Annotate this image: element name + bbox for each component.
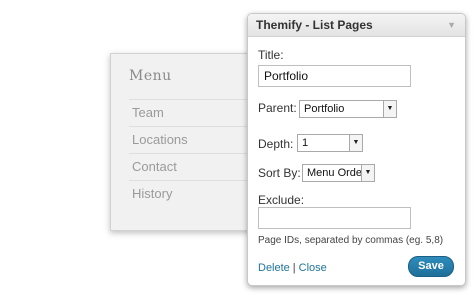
sort-by-select[interactable]: Menu Order ▼: [302, 164, 375, 182]
sort-by-label: Sort By:: [258, 166, 301, 180]
chevron-down-icon: ▼: [349, 135, 362, 151]
depth-label: Depth:: [258, 137, 294, 151]
menu-item-locations[interactable]: Locations: [129, 126, 254, 153]
title-label: Title:: [258, 48, 284, 62]
close-link[interactable]: Close: [299, 262, 327, 274]
sort-by-select-value: Menu Order: [307, 167, 366, 179]
exclude-label: Exclude:: [258, 193, 305, 207]
menu-list: Team Locations Contact History: [129, 99, 254, 207]
exclude-input[interactable]: [258, 207, 411, 229]
parent-select-value: Portfolio: [304, 103, 345, 115]
depth-select[interactable]: 1 ▼: [297, 134, 363, 152]
dialog-title: Themify - List Pages: [256, 18, 373, 32]
menu-item-history[interactable]: History: [129, 180, 254, 207]
menu-widget-title: Menu: [129, 68, 172, 84]
exclude-hint: Page IDs, separated by commas (eg. 5,8): [258, 235, 444, 246]
depth-select-value: 1: [302, 137, 309, 149]
parent-select[interactable]: Portfolio ▼: [299, 100, 397, 118]
chevron-down-icon: ▼: [361, 165, 374, 181]
dialog-links: Delete | Close: [258, 262, 327, 274]
dialog-header[interactable]: Themify - List Pages ▼: [248, 14, 465, 37]
save-button[interactable]: Save: [408, 256, 454, 277]
menu-widget: Menu Team Locations Contact History: [110, 53, 260, 231]
triangle-down-icon[interactable]: ▼: [447, 14, 456, 36]
menu-item-contact[interactable]: Contact: [129, 153, 254, 180]
list-pages-dialog: Themify - List Pages ▼ Title: Portfolio …: [247, 13, 466, 286]
chevron-down-icon: ▼: [383, 101, 396, 117]
parent-label: Parent:: [258, 101, 297, 115]
link-separator: |: [292, 262, 296, 274]
menu-item-team[interactable]: Team: [129, 99, 254, 126]
title-input[interactable]: Portfolio: [258, 65, 411, 87]
delete-link[interactable]: Delete: [258, 262, 290, 274]
